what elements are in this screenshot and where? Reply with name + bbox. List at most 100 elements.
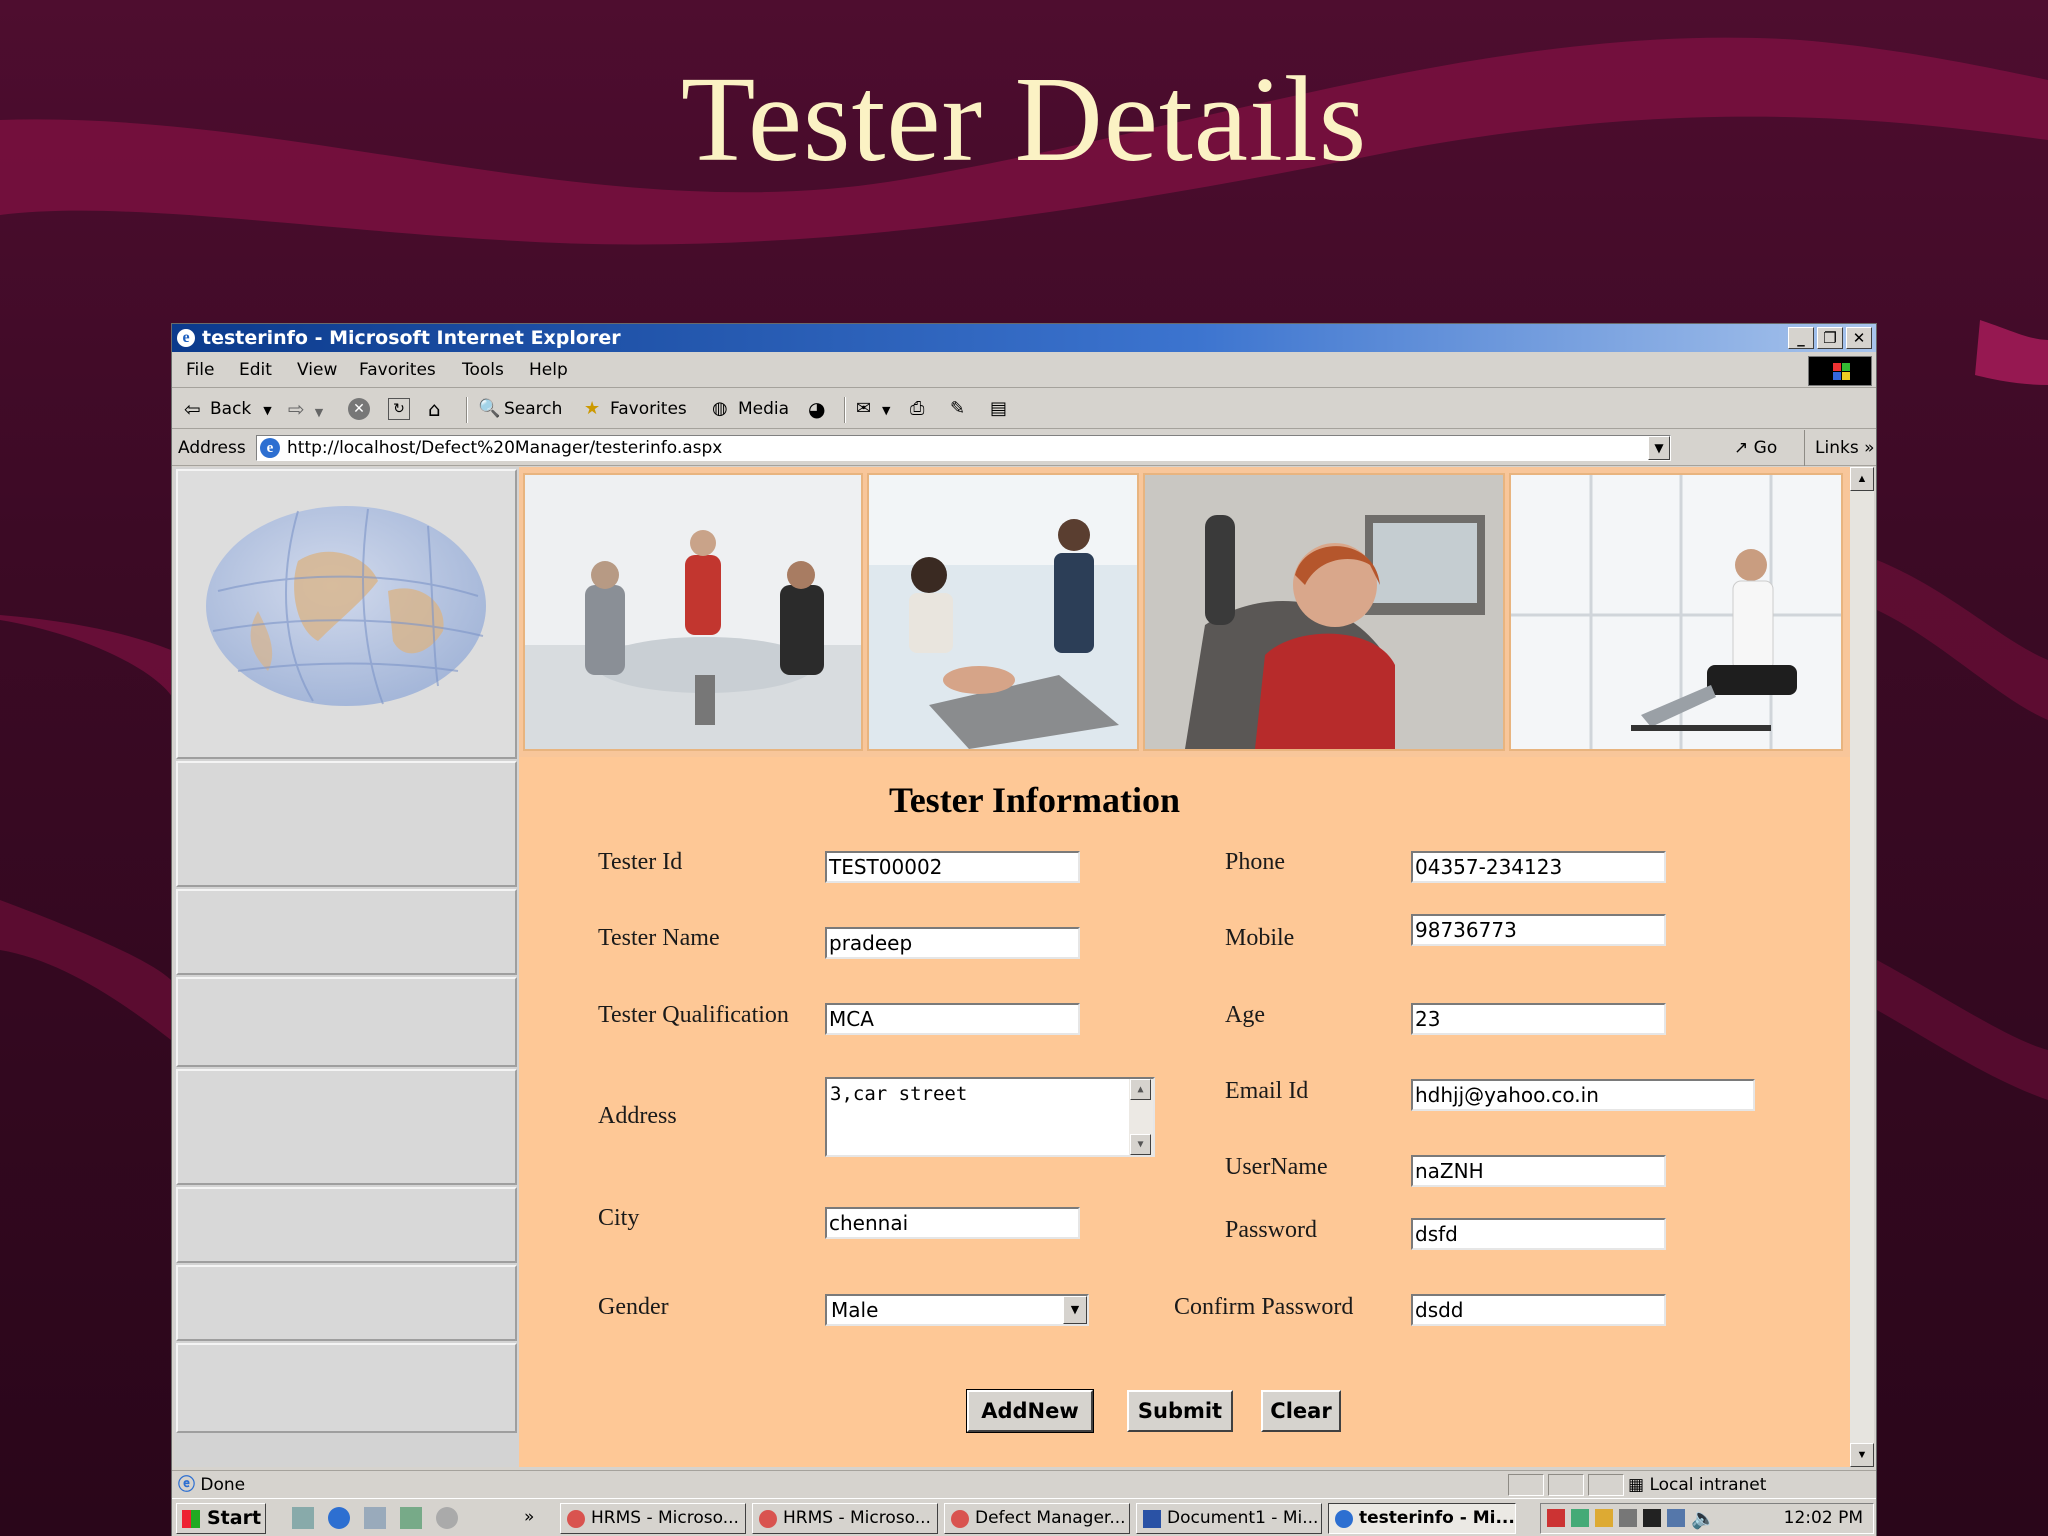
edit-button[interactable]: ✎ xyxy=(950,389,976,429)
slide-title: Tester Details xyxy=(680,52,1368,187)
username-input[interactable]: naZNH xyxy=(1411,1155,1666,1187)
intranet-icon: ▦ xyxy=(1628,1475,1645,1495)
print-button[interactable]: ⎙ xyxy=(910,389,936,429)
explorer-launch-icon[interactable] xyxy=(400,1507,422,1529)
discuss-button[interactable]: ▤ xyxy=(990,389,1016,429)
tester-id-label: Tester Id xyxy=(598,849,683,875)
age-input[interactable]: 23 xyxy=(1411,1003,1666,1035)
scroll-down-icon[interactable]: ▼ xyxy=(1130,1134,1151,1155)
links-button[interactable]: Links » xyxy=(1804,430,1874,466)
textarea-scrollbar[interactable]: ▲ ▼ xyxy=(1129,1079,1153,1155)
submit-button[interactable]: Submit xyxy=(1127,1390,1233,1432)
media-button[interactable]: ◍ Media xyxy=(712,389,789,429)
task-hrms-2[interactable]: HRMS - Microso... xyxy=(752,1503,938,1534)
media-icon: ◍ xyxy=(712,398,728,419)
ie-launch-icon[interactable] xyxy=(328,1507,350,1529)
scroll-up-icon[interactable]: ▲ xyxy=(1130,1079,1151,1100)
form-heading: Tester Information xyxy=(889,780,1180,820)
scroll-up-icon[interactable]: ▲ xyxy=(1850,467,1874,491)
ie-icon xyxy=(1335,1510,1353,1528)
scroll-down-icon[interactable]: ▼ xyxy=(1850,1443,1874,1467)
office-meeting-photo xyxy=(523,473,863,751)
qualification-input[interactable]: MCA xyxy=(825,1003,1080,1035)
phone-input[interactable]: 04357-234123 xyxy=(1411,851,1666,883)
tray-app-icon[interactable] xyxy=(1643,1509,1661,1527)
tester-name-input[interactable]: pradeep xyxy=(825,927,1080,959)
nav-cell xyxy=(176,761,517,887)
window-titlebar[interactable]: e testerinfo - Microsoft Internet Explor… xyxy=(172,324,1876,352)
document-icon: ▤ xyxy=(990,398,1008,419)
search-button[interactable]: 🔍 Search xyxy=(478,389,562,429)
nav-cell xyxy=(176,977,517,1067)
volume-icon[interactable]: 🔈 xyxy=(1691,1506,1716,1530)
menu-help[interactable]: Help xyxy=(529,352,568,388)
menu-file[interactable]: File xyxy=(186,352,214,388)
outlook-launch-icon[interactable] xyxy=(364,1507,386,1529)
forward-button[interactable]: ⇨ ▼ xyxy=(288,389,323,429)
back-dropdown-icon[interactable]: ▼ xyxy=(263,404,271,417)
confirm-password-label: Confirm Password xyxy=(1174,1294,1354,1320)
mobile-input[interactable]: 98736773 xyxy=(1411,914,1666,946)
phone-label: Phone xyxy=(1225,849,1285,875)
tester-name-label: Tester Name xyxy=(598,925,720,951)
menu-edit[interactable]: Edit xyxy=(239,352,272,388)
address-textarea[interactable]: 3,car street ▲ ▼ xyxy=(825,1077,1155,1157)
addnew-button[interactable]: AddNew xyxy=(966,1389,1094,1433)
username-label: UserName xyxy=(1225,1154,1328,1180)
home-button[interactable]: ⌂ xyxy=(428,389,454,429)
settings-launch-icon[interactable] xyxy=(436,1507,458,1529)
confirm-password-input[interactable]: dsdd xyxy=(1411,1294,1666,1326)
task-testerinfo[interactable]: testerinfo - Mi... xyxy=(1328,1503,1516,1534)
tray-app-icon[interactable] xyxy=(1547,1509,1565,1527)
gender-select[interactable]: Male ▼ xyxy=(825,1294,1089,1326)
chevron-down-icon[interactable]: ▼ xyxy=(1063,1296,1087,1324)
restore-button[interactable]: ❐ xyxy=(1817,327,1843,349)
nav-cell xyxy=(176,889,517,975)
mail-button[interactable]: ✉ ▼ xyxy=(856,389,890,429)
windows-taskbar: Start » HRMS - Microso... HRMS - Microso… xyxy=(172,1498,1876,1536)
chevron-right-icon[interactable]: » xyxy=(524,1503,534,1532)
task-defect-manager[interactable]: Defect Manager... xyxy=(944,1503,1130,1534)
clear-button[interactable]: Clear xyxy=(1261,1390,1341,1432)
menu-view[interactable]: View xyxy=(297,352,337,388)
system-tray: 🔈 12:02 PM xyxy=(1540,1503,1874,1534)
favorites-button[interactable]: ★ Favorites xyxy=(584,389,687,429)
stop-icon: ✕ xyxy=(348,398,370,420)
tray-app-icon[interactable] xyxy=(1571,1509,1589,1527)
email-label: Email Id xyxy=(1225,1078,1309,1104)
menu-tools[interactable]: Tools xyxy=(462,352,504,388)
left-navigation xyxy=(174,467,519,1467)
minimize-button[interactable]: _ xyxy=(1788,327,1814,349)
address-input[interactable]: e http://localhost/Defect%20Manager/test… xyxy=(256,435,1671,461)
show-desktop-icon[interactable] xyxy=(292,1507,314,1529)
close-button[interactable]: ✕ xyxy=(1846,327,1872,349)
network-icon[interactable] xyxy=(1667,1509,1685,1527)
city-input[interactable]: chennai xyxy=(825,1207,1080,1239)
address-bar: Address e http://localhost/Defect%20Mana… xyxy=(172,430,1876,466)
tester-form: Tester Information Tester Id TEST00002 T… xyxy=(519,757,1850,1467)
tray-app-icon[interactable] xyxy=(1619,1509,1637,1527)
task-hrms-1[interactable]: HRMS - Microso... xyxy=(560,1503,746,1534)
menu-bar: File Edit View Favorites Tools Help xyxy=(172,352,1876,388)
slide-background: Tester Details e testerinfo - Microsoft … xyxy=(0,0,2048,1536)
refresh-button[interactable]: ↻ xyxy=(388,389,414,429)
address-dropdown-icon[interactable]: ▼ xyxy=(1648,436,1670,460)
tester-id-input[interactable]: TEST00002 xyxy=(825,851,1080,883)
menu-favorites[interactable]: Favorites xyxy=(359,352,436,388)
start-button[interactable]: Start xyxy=(176,1503,266,1534)
word-icon xyxy=(1143,1510,1161,1528)
chevron-right-icon: » xyxy=(1864,438,1875,458)
page-scrollbar[interactable]: ▲ ▼ xyxy=(1850,467,1874,1467)
stop-button[interactable]: ✕ xyxy=(348,389,374,429)
password-input[interactable]: dsfd xyxy=(1411,1218,1666,1250)
tray-app-icon[interactable] xyxy=(1595,1509,1613,1527)
task-document1[interactable]: Document1 - Mi... xyxy=(1136,1503,1322,1534)
refresh-icon: ↻ xyxy=(388,398,410,420)
history-button[interactable]: ◕ xyxy=(808,389,834,429)
globe-icon xyxy=(206,506,486,706)
windows-flag-icon xyxy=(182,1510,200,1528)
status-text: ⓔ Done xyxy=(178,1475,246,1495)
email-input[interactable]: hdhjj@yahoo.co.in xyxy=(1411,1079,1755,1111)
back-button[interactable]: ⇦ Back ▼ xyxy=(184,389,272,429)
go-button[interactable]: ↗ Go xyxy=(1734,430,1777,466)
